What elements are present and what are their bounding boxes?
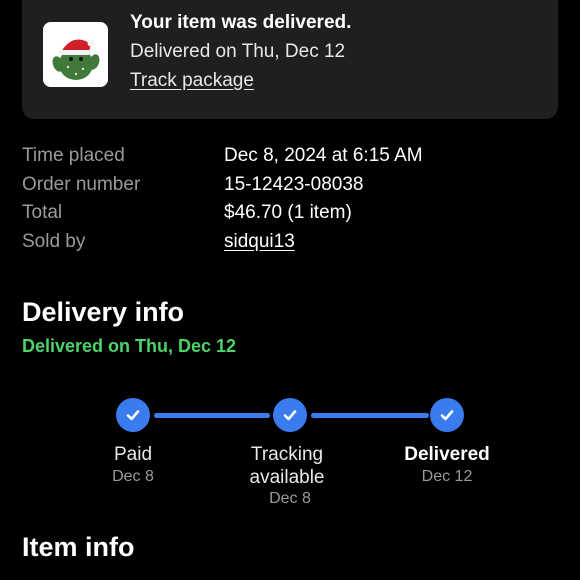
detail-row-order-number: Order number 15-12423-08038 — [22, 174, 562, 203]
detail-row-time-placed: Time placed Dec 8, 2024 at 6:15 AM — [22, 145, 562, 174]
order-details: Time placed Dec 8, 2024 at 6:15 AM Order… — [22, 145, 562, 259]
step-date-paid: Dec 8 — [112, 468, 154, 485]
detail-label: Order number — [22, 173, 141, 195]
detail-label: Time placed — [22, 145, 125, 166]
order-details-page: Your item was delivered. Delivered on Th… — [0, 0, 580, 580]
step-label-line: available — [249, 467, 325, 488]
checkmark-icon — [283, 410, 297, 421]
step-complete-icon — [430, 398, 464, 432]
detail-row-total: Total $46.70 (1 item) — [22, 202, 562, 231]
step-label-tracking: Tracking available — [217, 443, 357, 489]
step-date-tracking: Dec 8 — [269, 490, 311, 507]
seller-link[interactable]: sidqui13 — [224, 231, 295, 253]
delivered-date: Delivered on Thu, Dec 12 — [130, 41, 346, 62]
item-thumbnail[interactable] — [43, 22, 108, 87]
detail-value: $46.70 (1 item) — [224, 202, 352, 223]
checkmark-icon — [126, 410, 140, 421]
track-package-link[interactable]: Track package — [130, 70, 254, 92]
delivery-status-text: Delivered on Thu, Dec 12 — [22, 336, 237, 356]
step-label-delivered: Delivered — [404, 444, 490, 465]
step-complete-icon — [116, 398, 150, 432]
delivery-progress-tracker: Paid Dec 8 Tracking available Dec 8 Deli… — [0, 398, 580, 518]
item-info-heading: Item info — [22, 532, 135, 562]
step-complete-icon — [273, 398, 307, 432]
detail-value: Dec 8, 2024 at 6:15 AM — [224, 145, 423, 166]
step-label-paid: Paid — [113, 444, 153, 465]
detail-label: Sold by — [22, 230, 86, 252]
plush-toy-icon — [43, 22, 108, 87]
step-date-delivered: Dec 12 — [421, 468, 473, 485]
delivered-title: Your item was delivered. — [130, 12, 352, 33]
delivery-status-card: Your item was delivered. Delivered on Th… — [22, 0, 558, 119]
detail-value: 15-12423-08038 — [224, 173, 364, 195]
step-label-line: Tracking — [250, 444, 324, 465]
progress-connector — [154, 412, 270, 418]
checkmark-icon — [440, 410, 454, 421]
progress-connector — [311, 412, 429, 418]
detail-label: Total — [22, 202, 63, 223]
delivery-info-heading: Delivery info — [22, 297, 185, 327]
detail-row-sold-by: Sold by sidqui13 — [22, 231, 562, 260]
